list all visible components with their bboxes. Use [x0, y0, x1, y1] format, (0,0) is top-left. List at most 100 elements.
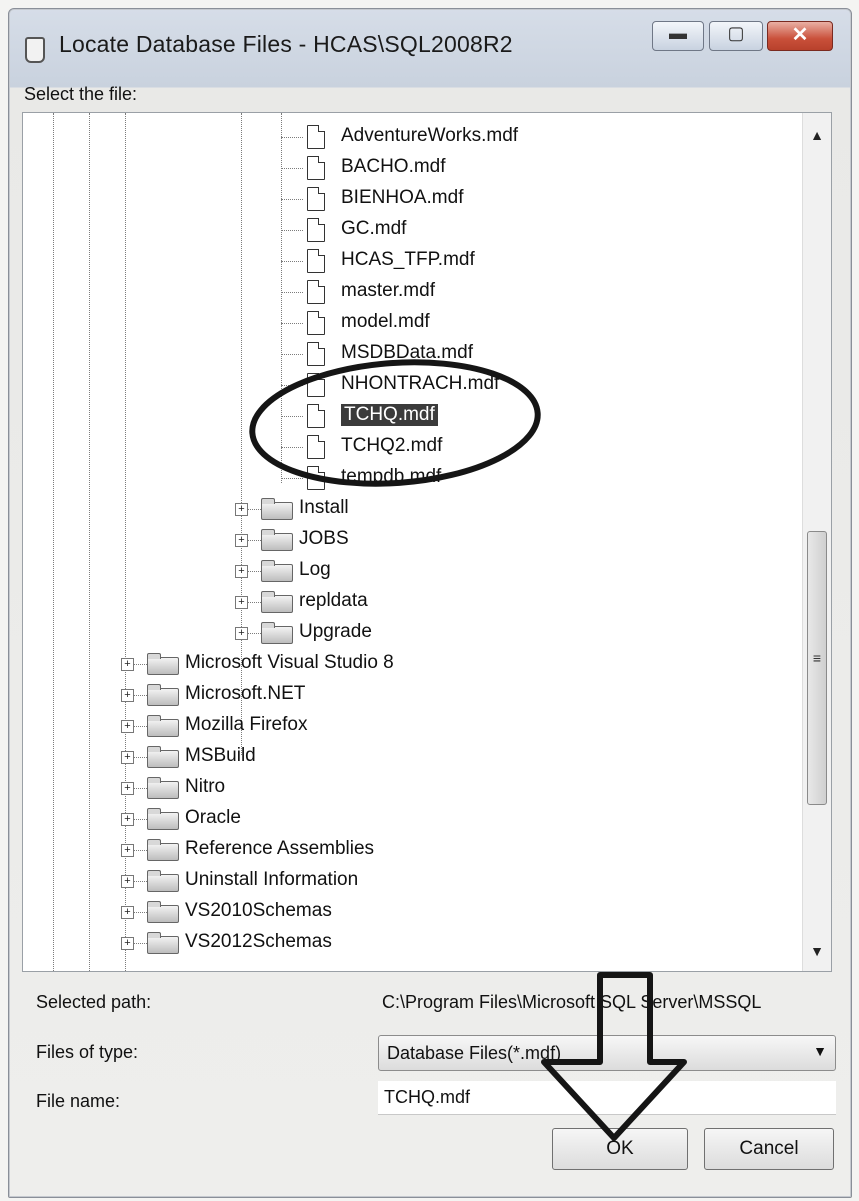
tree-file-item[interactable]: NHONTRACH.mdf: [23, 371, 793, 399]
cancel-button[interactable]: Cancel: [704, 1128, 834, 1170]
tree-folder-item[interactable]: + JOBS: [23, 526, 793, 554]
tree-folder-item[interactable]: + Nitro: [23, 774, 793, 802]
ok-button[interactable]: OK: [552, 1128, 688, 1170]
tree-item-label: VS2010Schemas: [185, 900, 332, 921]
file-name-field[interactable]: TCHQ.mdf: [378, 1081, 836, 1115]
tree-item-label: Install: [299, 497, 349, 518]
tree-item-label: Upgrade: [299, 621, 372, 642]
file-icon: [307, 187, 325, 211]
maximize-icon: ▢: [727, 23, 745, 43]
selected-file-label: TCHQ.mdf: [341, 404, 438, 426]
tree-item-label: VS2012Schemas: [185, 931, 332, 952]
expand-plus-icon[interactable]: +: [121, 875, 134, 888]
file-icon: [307, 466, 325, 490]
folder-icon: [147, 808, 179, 830]
tree-item-label: TCHQ2.mdf: [341, 435, 443, 456]
tree-folder-item[interactable]: + Reference Assemblies: [23, 836, 793, 864]
file-icon: [307, 342, 325, 366]
tree-connector-line: [281, 292, 303, 293]
scroll-thumb[interactable]: ≡: [807, 531, 827, 805]
folder-icon: [147, 870, 179, 892]
tree-file-item[interactable]: BIENHOA.mdf: [23, 185, 793, 213]
tree-item-label: MSBuild: [185, 745, 256, 766]
tree-connector-line: [281, 385, 303, 386]
tree-scrollbar[interactable]: ▲ ≡ ▼: [802, 113, 831, 971]
file-icon: [307, 404, 325, 428]
close-icon: ✕: [791, 24, 809, 46]
tree-folder-item[interactable]: + Microsoft Visual Studio 8: [23, 650, 793, 678]
expand-plus-icon[interactable]: +: [121, 844, 134, 857]
folder-icon: [147, 684, 179, 706]
file-name-value: TCHQ.mdf: [384, 1087, 471, 1107]
grip-icon: ≡: [812, 650, 822, 666]
files-of-type-select[interactable]: Database Files(*.mdf) ▼: [378, 1035, 836, 1071]
folder-icon: [261, 591, 293, 613]
maximize-button[interactable]: ▢: [709, 21, 763, 51]
expand-plus-icon[interactable]: +: [121, 658, 134, 671]
folder-icon: [261, 498, 293, 520]
expand-plus-icon[interactable]: +: [121, 906, 134, 919]
folder-icon: [261, 622, 293, 644]
tree-folder-item[interactable]: + Upgrade: [23, 619, 793, 647]
title-bar[interactable]: Locate Database Files - HCAS\SQL2008R2 ▬…: [9, 9, 851, 85]
tree-folder-item[interactable]: + Mozilla Firefox: [23, 712, 793, 740]
tree-folder-item[interactable]: + Microsoft.NET: [23, 681, 793, 709]
tree-item-label: HCAS_TFP.mdf: [341, 249, 475, 270]
expand-plus-icon[interactable]: +: [121, 751, 134, 764]
tree-folder-item[interactable]: + Oracle: [23, 805, 793, 833]
folder-icon: [261, 529, 293, 551]
file-icon: [307, 125, 325, 149]
window-title: Locate Database Files - HCAS\SQL2008R2: [59, 31, 513, 57]
selected-path-label: Selected path:: [36, 992, 152, 1012]
tree-folder-item[interactable]: + Install: [23, 495, 793, 523]
folder-icon: [147, 746, 179, 768]
tree-file-item[interactable]: AdventureWorks.mdf: [23, 123, 793, 151]
file-icon: [307, 373, 325, 397]
tree-connector-line: [281, 447, 303, 448]
tree-file-item[interactable]: HCAS_TFP.mdf: [23, 247, 793, 275]
tree-item-label: NHONTRACH.mdf: [341, 373, 500, 394]
expand-plus-icon[interactable]: +: [121, 937, 134, 950]
minimize-button[interactable]: ▬: [652, 21, 704, 51]
tree-folder-item[interactable]: + Log: [23, 557, 793, 585]
file-tree[interactable]: AdventureWorks.mdf BACHO.mdf BIENHOA.mdf GC…: [22, 112, 832, 972]
scroll-up-arrow-icon[interactable]: ▲: [803, 121, 831, 149]
tree-file-item[interactable]: TCHQ.mdf: [23, 402, 793, 430]
expand-plus-icon[interactable]: +: [235, 596, 248, 609]
tree-item-label: master.mdf: [341, 280, 435, 301]
folder-icon: [147, 777, 179, 799]
expand-plus-icon[interactable]: +: [235, 565, 248, 578]
expand-plus-icon[interactable]: +: [121, 813, 134, 826]
tree-folder-item[interactable]: + MSBuild: [23, 743, 793, 771]
file-icon: [307, 280, 325, 304]
tree-item-label: Mozilla Firefox: [185, 714, 308, 735]
expand-plus-icon[interactable]: +: [235, 534, 248, 547]
expand-plus-icon[interactable]: +: [121, 782, 134, 795]
tree-connector-line: [281, 168, 303, 169]
tree-item-label: Microsoft.NET: [185, 683, 306, 704]
close-button[interactable]: ✕: [767, 21, 833, 51]
tree-item-label: Oracle: [185, 807, 241, 828]
tree-file-item[interactable]: TCHQ2.mdf: [23, 433, 793, 461]
tree-file-item[interactable]: tempdb.mdf: [23, 464, 793, 492]
tree-folder-item[interactable]: + Uninstall Information: [23, 867, 793, 895]
tree-file-item[interactable]: BACHO.mdf: [23, 154, 793, 182]
tree-folder-item[interactable]: + VS2010Schemas: [23, 898, 793, 926]
tree-item-label: Log: [299, 559, 331, 580]
tree-file-item[interactable]: master.mdf: [23, 278, 793, 306]
expand-plus-icon[interactable]: +: [235, 503, 248, 516]
tree-item-label: Microsoft Visual Studio 8: [185, 652, 394, 673]
tree-file-item[interactable]: MSDBData.mdf: [23, 340, 793, 368]
scroll-down-arrow-icon[interactable]: ▼: [803, 937, 831, 965]
tree-file-item[interactable]: model.mdf: [23, 309, 793, 337]
files-of-type-label: Files of type:: [36, 1042, 139, 1062]
tree-item-label: AdventureWorks.mdf: [341, 125, 519, 146]
tree-folder-item[interactable]: + VS2012Schemas: [23, 929, 793, 957]
tree-folder-item[interactable]: + repldata: [23, 588, 793, 616]
expand-plus-icon[interactable]: +: [121, 720, 134, 733]
expand-plus-icon[interactable]: +: [121, 689, 134, 702]
expand-plus-icon[interactable]: +: [235, 627, 248, 640]
tree-file-item[interactable]: GC.mdf: [23, 216, 793, 244]
selected-path-value: C:\Program Files\Microsoft SQL Server\MS…: [382, 992, 762, 1012]
chevron-down-icon[interactable]: ▼: [813, 1043, 827, 1059]
